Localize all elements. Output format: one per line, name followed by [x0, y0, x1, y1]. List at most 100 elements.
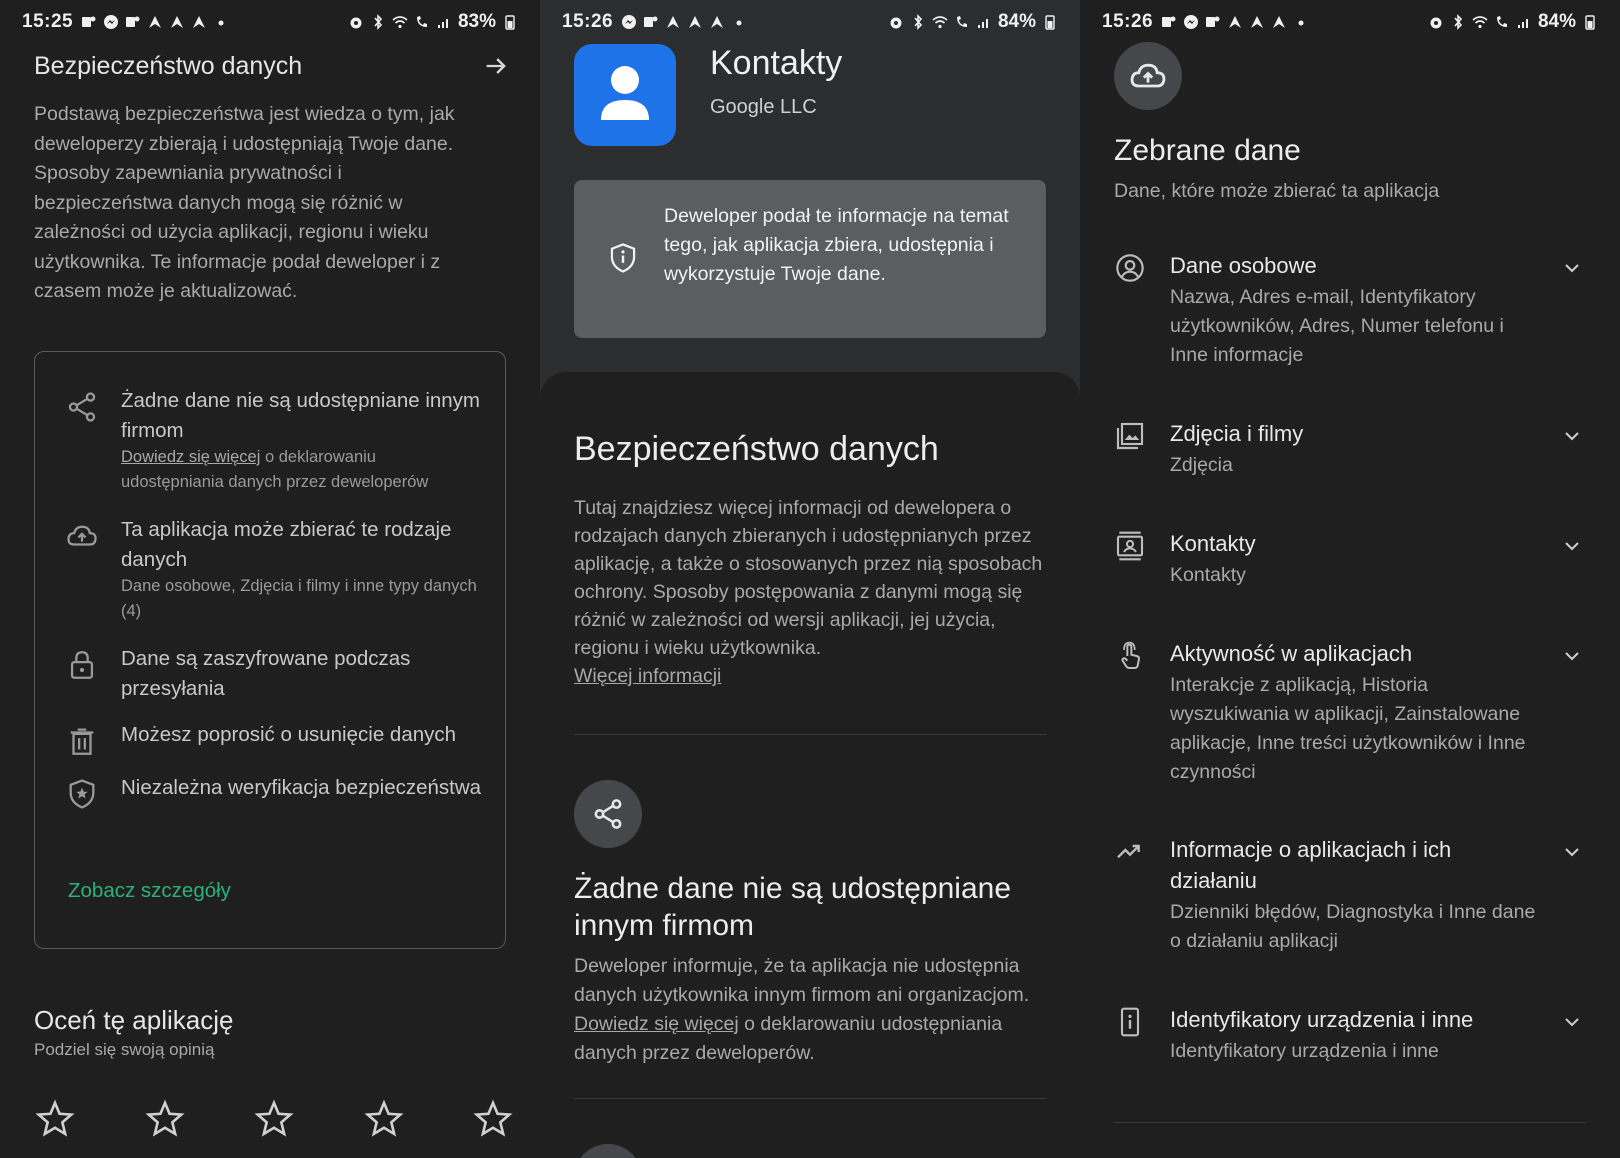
- category-items: Zdjęcia: [1170, 454, 1233, 476]
- data-safety-header[interactable]: Bezpieczeństwo danych: [34, 46, 510, 86]
- app-developer: Google LLC: [710, 96, 817, 118]
- status-time: 15:25: [22, 11, 74, 32]
- system-icons: 84%: [888, 11, 1058, 33]
- card-row-no-sharing: Żadne dane nie są udostępniane innym fir…: [65, 386, 483, 495]
- star-icon-2[interactable]: [144, 1098, 186, 1140]
- wifi-icon: [392, 16, 408, 29]
- wifi-call-icon: [1496, 16, 1507, 27]
- cloud-upload-icon: [67, 525, 97, 546]
- chevron-down-icon[interactable]: [1560, 644, 1584, 668]
- status-bar: 15:25 83%: [0, 0, 540, 44]
- star-icon-3[interactable]: [253, 1098, 295, 1140]
- teams-icon: [644, 16, 658, 27]
- alarm-icon: [350, 17, 362, 29]
- cloud-upload-icon-circle: [1114, 42, 1182, 110]
- section-title: Bezpieczeństwo danych: [574, 430, 939, 468]
- sharing-description: Deweloper informuje, że ta aplikacja nie…: [574, 952, 1044, 1068]
- alarm-icon: [1430, 17, 1442, 29]
- alarm-icon: [890, 17, 902, 29]
- device-info-icon: [1120, 1007, 1140, 1037]
- learn-more-link[interactable]: Dowiedz się więcej: [574, 1013, 739, 1035]
- chevron-down-icon[interactable]: [1560, 534, 1584, 558]
- more-info-link[interactable]: Więcej informacji: [574, 665, 721, 687]
- learn-more-link[interactable]: Dowiedz się więcej: [121, 448, 260, 466]
- bluetooth-icon: [1454, 14, 1463, 30]
- category-device-ids[interactable]: Identyfikatory urządzenia i inne Identyf…: [1114, 1004, 1584, 1066]
- signal-icon: [437, 19, 448, 28]
- category-name: Informacje o aplikacjach i ich działaniu: [1170, 837, 1452, 893]
- category-name: Aktywność w aplikacjach: [1170, 641, 1413, 666]
- category-app-info-performance[interactable]: Informacje o aplikacjach i ich działaniu…: [1114, 834, 1584, 956]
- verified-shield-icon: [69, 779, 95, 809]
- card-row-data-collection: Ta aplikacja może zbierać te rodzaje dan…: [65, 515, 483, 624]
- divider: [1114, 1122, 1586, 1123]
- card-row-verification: Niezależna weryfikacja bezpieczeństwa: [65, 773, 483, 811]
- shield-info-icon: [610, 243, 636, 273]
- signal-icon: [1517, 19, 1528, 28]
- card-row-main-text: Dane są zaszyfrowane podczas przesyłania: [121, 647, 411, 700]
- divider: [574, 1098, 1046, 1099]
- data-safety-sheet: Bezpieczeństwo danych Tutaj znajdziesz w…: [540, 372, 1080, 1158]
- category-items: Dzienniki błędów, Diagnostyka i Inne dan…: [1170, 901, 1536, 952]
- wifi-icon: [1472, 16, 1488, 29]
- notification-icons: [81, 14, 229, 30]
- sharing-desc-text: Deweloper informuje, że ta aplikacja nie…: [574, 955, 1030, 1006]
- teams-icon: [82, 16, 96, 27]
- category-contacts[interactable]: Kontakty Kontakty: [1114, 528, 1584, 590]
- bluetooth-icon: [374, 14, 383, 30]
- banner-text: Deweloper podał te informacje na temat t…: [664, 205, 1009, 285]
- wifi-call-icon: [956, 16, 967, 27]
- battery-percent: 83%: [457, 11, 496, 32]
- arrow-up-icon: [149, 16, 162, 28]
- card-row-main-text: Niezależna weryfikacja bezpieczeństwa: [121, 776, 482, 799]
- trending-icon: [1117, 844, 1140, 859]
- chevron-down-icon[interactable]: [1560, 840, 1584, 864]
- app-header-area: 15:26 84% Kontakty Google LLC Deweloper …: [540, 0, 1080, 400]
- arrow-up-icon-3: [193, 16, 206, 28]
- arrow-up-icon-3: [1273, 16, 1286, 28]
- star-icon-5[interactable]: [472, 1098, 514, 1140]
- category-photos-videos[interactable]: Zdjęcia i filmy Zdjęcia: [1114, 418, 1584, 480]
- panel-data-safety-detail: 15:26 84% Kontakty Google LLC Deweloper …: [540, 0, 1080, 1158]
- cloud-upload-icon: [1130, 63, 1166, 88]
- messenger-icon: [622, 15, 637, 29]
- chevron-down-icon[interactable]: [1560, 1010, 1584, 1034]
- status-bar: 15:26 84%: [1080, 0, 1620, 44]
- dot-icon: [1298, 20, 1304, 26]
- category-items: Nazwa, Adres e-mail, Identyfikatory użyt…: [1170, 286, 1504, 366]
- star-icon-1[interactable]: [34, 1098, 76, 1140]
- category-name: Zdjęcia i filmy: [1170, 421, 1304, 446]
- see-details-link[interactable]: Zobacz szczegóły: [68, 879, 231, 903]
- category-name: Identyfikatory urządzenia i inne: [1170, 1007, 1474, 1032]
- messenger-icon: [104, 15, 119, 29]
- rate-app-section: Oceń tę aplikację Podziel się swoją opin…: [34, 1005, 233, 1060]
- bluetooth-icon: [914, 14, 923, 30]
- arrow-up-icon-3: [711, 16, 724, 28]
- system-icons: 84%: [1428, 11, 1598, 33]
- lock-icon: [70, 651, 94, 679]
- section-description-text: Tutaj znajdziesz więcej informacji od de…: [574, 497, 1043, 659]
- star-icon-4[interactable]: [363, 1098, 405, 1140]
- category-items: Kontakty: [1170, 564, 1246, 586]
- notification-icons: [621, 14, 747, 30]
- category-personal-data[interactable]: Dane osobowe Nazwa, Adres e-mail, Identy…: [1114, 250, 1584, 370]
- person-icon: [601, 66, 649, 120]
- share-icon-circle: [574, 780, 642, 848]
- arrow-forward-icon[interactable]: [482, 52, 510, 80]
- battery-icon: [505, 15, 515, 30]
- collected-data-title: Zebrane dane: [1114, 134, 1301, 167]
- status-time: 15:26: [1102, 11, 1154, 32]
- rate-title: Oceń tę aplikację: [34, 1005, 234, 1035]
- chevron-down-icon[interactable]: [1560, 424, 1584, 448]
- category-app-activity[interactable]: Aktywność w aplikacjach Interakcje z apl…: [1114, 638, 1584, 787]
- share-icon: [594, 799, 622, 829]
- battery-icon: [1585, 15, 1595, 30]
- arrow-up-icon: [1229, 16, 1242, 28]
- status-time: 15:26: [562, 11, 614, 32]
- card-row-sub-text: Dowiedz się więcej o deklarowaniu udostę…: [121, 445, 483, 495]
- teams-icon-2: [126, 16, 140, 27]
- divider: [574, 734, 1046, 735]
- chevron-down-icon[interactable]: [1560, 256, 1584, 280]
- next-section-icon-circle: [574, 1144, 642, 1158]
- panel-data-safety-summary: 15:25 83% Bezpieczeństwo danych Podstawą…: [0, 0, 540, 1158]
